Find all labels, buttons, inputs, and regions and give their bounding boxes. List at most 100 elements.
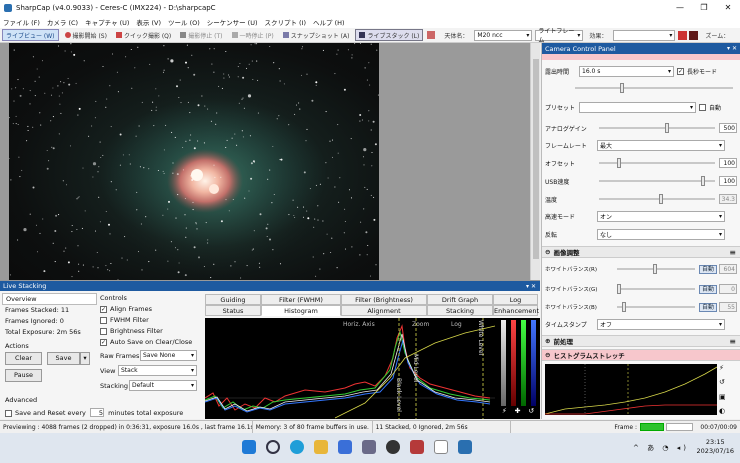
live-view-button[interactable]: ライブビュー (W) — [2, 29, 59, 41]
offset-value[interactable]: 100 — [719, 158, 737, 168]
tab-histogram[interactable]: Histogram — [261, 305, 341, 316]
live-stacked-image[interactable] — [9, 43, 379, 280]
search-icon[interactable] — [266, 440, 280, 454]
pause-stack-button[interactable]: Pause — [5, 369, 42, 382]
wb-red-auto-button[interactable]: 自動 — [698, 264, 717, 274]
exposure-slider[interactable] — [575, 83, 733, 93]
gain-value[interactable]: 500 — [719, 123, 737, 133]
luminance-channel-bar[interactable] — [500, 320, 506, 406]
tab-filter-brightness[interactable]: Filter (Brightness) — [341, 294, 427, 305]
tab-enhancement[interactable]: Enhancement — [493, 305, 539, 316]
offset-slider-knob[interactable] — [617, 158, 621, 168]
high-speed-combo[interactable]: オン ▾ — [597, 210, 725, 222]
stretch-histogram-plot[interactable] — [544, 364, 718, 415]
save-reset-checkbox[interactable] — [5, 409, 12, 417]
hamburger-menu-icon[interactable]: ≡ — [729, 337, 736, 346]
exposure-combo[interactable]: 16.0 s ▾ — [579, 65, 674, 77]
scrollbar-thumb[interactable] — [533, 59, 539, 259]
long-exposure-checkbox[interactable]: ✓ — [677, 67, 684, 75]
flip-combo[interactable]: なし ▾ — [597, 228, 725, 240]
green-channel-bar[interactable] — [520, 320, 526, 406]
color-swatch-dark-red[interactable] — [689, 30, 699, 40]
target-picker-button[interactable] — [426, 29, 438, 41]
horiz-axis-label[interactable]: Horiz. Axis — [343, 321, 375, 328]
color-channel-sliders[interactable] — [498, 320, 538, 406]
edge-browser-icon[interactable] — [290, 440, 304, 454]
usb-speed-slider-knob[interactable] — [701, 176, 705, 186]
offset-slider[interactable] — [599, 158, 715, 168]
fwhm-filter-checkbox[interactable] — [100, 316, 107, 324]
start-capture-button[interactable]: 撮影開始 (S) — [62, 29, 110, 41]
reset-icon[interactable]: ↺ — [528, 407, 534, 418]
app-icon[interactable] — [458, 440, 472, 454]
wb-red-slider-knob[interactable] — [653, 264, 657, 274]
start-menu-icon[interactable] — [242, 440, 256, 454]
save-dropdown-button[interactable]: ▾ — [80, 352, 90, 365]
chevron-up-icon[interactable]: ^ — [633, 444, 642, 452]
taskbar-clock[interactable]: 23:15 2023/07/16 — [697, 438, 734, 456]
panel-close-icon[interactable]: ▾ ✕ — [526, 283, 536, 290]
effect-combo[interactable]: ▾ — [613, 29, 676, 41]
preset-combo[interactable]: ▾ — [579, 101, 696, 113]
tab-status[interactable]: Status — [205, 305, 261, 316]
wb-blue-slider-knob[interactable] — [622, 302, 626, 312]
system-tray[interactable]: ^ あ ◔ ◂) — [633, 443, 689, 453]
view-combo[interactable]: Stack ▾ — [118, 365, 197, 376]
save-icon[interactable]: ▣ — [719, 393, 731, 401]
stack-histogram[interactable]: Horiz. Axis Zoom Log White Level Black L… — [205, 318, 540, 419]
color-swatch-red[interactable] — [678, 30, 688, 40]
plus-icon[interactable]: ✚ — [515, 407, 521, 418]
wb-blue-auto-button[interactable]: 自動 — [698, 302, 717, 312]
frame-rate-combo[interactable]: 最大 ▾ — [597, 139, 725, 151]
tab-filter-fwhm[interactable]: Filter (FWHM) — [261, 294, 341, 305]
save-button[interactable]: Save — [47, 352, 80, 365]
image-vertical-scrollbar[interactable] — [530, 43, 540, 280]
panel-pin-icon[interactable]: ▾ ✕ — [727, 45, 737, 52]
wb-red-slider[interactable] — [617, 264, 695, 274]
wb-blue-slider[interactable] — [617, 302, 695, 312]
tab-log[interactable]: Log — [493, 294, 538, 305]
contrast-icon[interactable]: ◐ — [719, 407, 731, 415]
lightning-icon[interactable]: ⚡ — [502, 407, 507, 418]
sharpcap-taskbar-icon[interactable] — [434, 440, 448, 454]
app-icon[interactable] — [386, 440, 400, 454]
live-stack-button[interactable]: ライブスタック (L) — [355, 29, 424, 41]
preset-auto-checkbox[interactable] — [699, 103, 706, 111]
wb-green-slider[interactable] — [617, 284, 695, 294]
frame-type-combo[interactable]: ライトフレーム ▾ — [535, 28, 584, 44]
target-name-combo[interactable]: M20 ncc ▾ — [474, 29, 533, 41]
exposure-slider-knob[interactable] — [620, 83, 624, 93]
file-explorer-icon[interactable] — [314, 440, 328, 454]
close-button[interactable]: ✕ — [716, 0, 740, 15]
stop-capture-button[interactable]: 撮影停止 (T) — [177, 29, 225, 41]
menu-scripting[interactable]: スクリプト (I) — [264, 17, 306, 27]
timestamp-combo[interactable]: オフ ▾ — [597, 318, 725, 330]
clear-button[interactable]: Clear — [5, 352, 42, 365]
menu-file[interactable]: ファイル (F) — [3, 17, 40, 27]
wb-green-auto-button[interactable]: 自動 — [698, 284, 717, 294]
network-icon[interactable]: ◔ — [662, 444, 671, 452]
pause-button[interactable]: 一時停止 (P) — [229, 29, 277, 41]
tab-guiding[interactable]: Guiding — [205, 294, 261, 305]
menu-capture[interactable]: キャプチャ (U) — [85, 17, 129, 27]
maximize-button[interactable]: ❐ — [692, 0, 716, 15]
blue-channel-bar[interactable] — [530, 320, 536, 406]
tab-drift-graph[interactable]: Drift Graph — [427, 294, 493, 305]
log-toggle[interactable]: Log — [451, 321, 462, 328]
mail-icon[interactable] — [338, 440, 352, 454]
raw-frames-combo[interactable]: Save None ▾ — [140, 350, 197, 361]
minimize-button[interactable]: — — [668, 0, 692, 15]
hamburger-menu-icon[interactable]: ≡ — [729, 248, 736, 257]
save-reset-minutes-input[interactable]: 5 — [89, 408, 104, 417]
menu-sequencer[interactable]: シーケンサー (U) — [207, 17, 258, 27]
lightning-icon[interactable]: ⚡ — [719, 364, 731, 372]
wb-green-slider-knob[interactable] — [617, 284, 621, 294]
menu-view[interactable]: 表示 (V) — [136, 17, 161, 27]
app-icon[interactable] — [410, 440, 424, 454]
zoom-toggle[interactable]: Zoom — [412, 321, 429, 328]
wb-green-value[interactable]: 0 — [719, 284, 737, 294]
overview-tab[interactable]: Overview — [2, 293, 97, 305]
quick-capture-button[interactable]: クイック撮影 (Q) — [113, 29, 174, 41]
wb-red-value[interactable]: 604 — [719, 264, 737, 274]
ime-icon[interactable]: あ — [647, 444, 657, 452]
